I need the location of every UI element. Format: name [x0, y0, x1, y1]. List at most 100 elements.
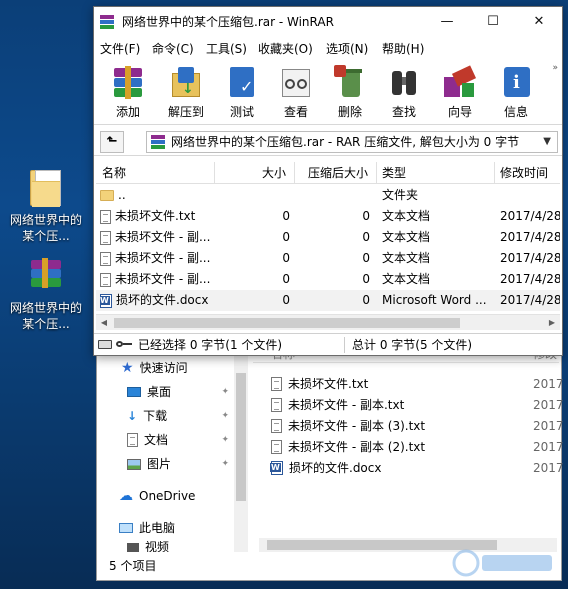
list-item[interactable]: 未损坏文件 - 副本.txt 2017 [271, 395, 564, 415]
file-name-cell: 未损坏文件 - 副... [100, 269, 216, 290]
menu-options[interactable]: 选项(N) [326, 39, 368, 59]
column-name[interactable]: 名称 [102, 162, 126, 184]
key-icon[interactable] [116, 339, 132, 349]
toolbar-label: 解压到 [167, 105, 204, 119]
video-icon [127, 542, 139, 552]
desktop-icon-archive[interactable]: 网络世界中的某个压... [10, 256, 82, 332]
file-date: 2017 [533, 440, 564, 454]
text-file-icon [100, 272, 111, 287]
packed-cell: 0 [362, 272, 370, 286]
nav-item-documents[interactable]: 文档 ✦ [127, 429, 235, 451]
type-cell: 文本文档 [382, 272, 431, 286]
table-row-selected[interactable]: 损坏的文件.docx 0 0 Microsoft Word ... 2017/4… [96, 290, 560, 311]
add-button[interactable]: 添加 [100, 65, 156, 121]
file-name: 未损坏文件 - 副本 (3).txt [288, 419, 426, 433]
file-name-cell: 未损坏文件 - 副... [100, 248, 216, 269]
table-row[interactable]: .. 文件夹 [96, 185, 560, 206]
menu-commands[interactable]: 命令(C) [152, 39, 194, 59]
wizard-button[interactable]: 向导 [432, 65, 488, 121]
view-button[interactable]: 查看 [268, 65, 324, 121]
menu-help[interactable]: 帮助(H) [382, 39, 424, 59]
pin-icon: ✦ [221, 411, 229, 421]
horizontal-scrollbar[interactable]: ◀ ▶ [96, 314, 560, 330]
up-folder-button[interactable]: ⬑ [100, 131, 124, 153]
list-item[interactable]: 损坏的文件.docx 2017 [270, 458, 564, 478]
nav-label: 下载 [143, 409, 168, 423]
menu-favorites[interactable]: 收藏夹(O) [258, 39, 313, 59]
file-date: 2017 [533, 419, 564, 433]
glasses-icon [276, 65, 316, 101]
nav-item-onedrive[interactable]: ☁ OneDrive [119, 485, 195, 507]
wizard-icon [440, 65, 480, 101]
window-title: 网络世界中的某个压缩包.rar - WinRAR [122, 15, 334, 29]
find-button[interactable]: 查找 [376, 65, 432, 121]
delete-button[interactable]: 删除 [322, 65, 378, 121]
test-button[interactable]: ✓ 测试 [214, 65, 270, 121]
modified-cell: 2017/4/28 [500, 251, 560, 265]
desktop-icon-folder[interactable]: 网络世界中的某个压... [10, 168, 82, 244]
extract-to-button[interactable]: ↓ 解压到 [158, 65, 214, 121]
scrollbar-thumb[interactable] [114, 318, 460, 328]
nav-item-pictures[interactable]: 图片 ✦ [127, 453, 235, 475]
size-cell: 0 [282, 293, 290, 307]
file-name: 损坏的文件.docx [289, 461, 382, 475]
add-archive-icon [108, 65, 148, 101]
nav-item-desktop[interactable]: 桌面 ✦ [127, 381, 235, 403]
winrar-archive-icon [26, 256, 66, 296]
list-item[interactable]: 未损坏文件 - 副本 (3).txt 2017 [271, 416, 564, 436]
status-bar: 已经选择 0 字节(1 个文件) 总计 0 字节(5 个文件) [94, 333, 562, 355]
toolbar-overflow-button[interactable]: » [552, 63, 558, 73]
type-cell: Microsoft Word ... [382, 293, 487, 307]
file-name-cell: 损坏的文件.docx [100, 290, 216, 311]
table-row[interactable]: 未损坏文件 - 副... 0 0 文本文档 2017/4/28 [96, 269, 560, 290]
nav-scrollbar[interactable] [234, 355, 248, 553]
scrollbar-thumb[interactable] [236, 373, 246, 501]
table-row[interactable]: 未损坏文件.txt 0 0 文本文档 2017/4/28 [96, 206, 560, 227]
scroll-right-icon[interactable]: ▶ [544, 315, 560, 331]
menu-tools[interactable]: 工具(S) [206, 39, 247, 59]
scroll-left-icon[interactable]: ◀ [96, 315, 112, 331]
type-cell: 文本文档 [382, 251, 431, 265]
maximize-button[interactable]: ☐ [470, 7, 516, 37]
minimize-button[interactable]: — [424, 7, 470, 37]
status-selected: 已经选择 0 字节(1 个文件) [138, 338, 283, 352]
nav-label: 快速访问 [139, 361, 188, 375]
table-row[interactable]: 未损坏文件 - 副... 0 0 文本文档 2017/4/28 [96, 248, 560, 269]
nav-item-this-pc[interactable]: 此电脑 [119, 517, 175, 539]
column-modified[interactable]: 修改时间 [500, 162, 548, 184]
table-row[interactable]: 未损坏文件 - 副... 0 0 文本文档 2017/4/28 [96, 227, 560, 248]
file-date: 2017 [533, 461, 564, 475]
file-date: 2017 [533, 398, 564, 412]
address-bar: ⬑ 网络世界中的某个压缩包.rar - RAR 压缩文件, 解包大小为 0 字节… [94, 128, 562, 156]
text-file-icon [271, 398, 282, 412]
text-file-icon [100, 251, 111, 266]
file-name: 未损坏文件 - 副... [115, 251, 211, 265]
chevron-down-icon[interactable]: ▼ [543, 132, 551, 152]
column-type[interactable]: 类型 [382, 162, 406, 184]
info-button[interactable]: i 信息 [488, 65, 544, 121]
menu-file[interactable]: 文件(F) [100, 39, 140, 59]
title-bar[interactable]: 网络世界中的某个压缩包.rar - WinRAR — ☐ ✕ [94, 7, 562, 37]
test-icon: ✓ [222, 65, 262, 101]
close-button[interactable]: ✕ [516, 7, 562, 37]
nav-item-downloads[interactable]: ↓ 下载 ✦ [127, 405, 235, 427]
toolbar: 添加 ↓ 解压到 ✓ 测试 查看 删除 查找 向导 i 信息 » [94, 61, 562, 125]
document-icon [127, 433, 138, 447]
nav-item-quick-access[interactable]: ★ 快速访问 [121, 357, 188, 379]
archive-path-dropdown[interactable]: 网络世界中的某个压缩包.rar - RAR 压缩文件, 解包大小为 0 字节 ▼ [146, 131, 558, 153]
list-item[interactable]: 未损坏文件 - 副本 (2).txt 2017 [271, 437, 564, 457]
column-size[interactable]: 大小 [262, 162, 286, 184]
winrar-window: 网络世界中的某个压缩包.rar - WinRAR — ☐ ✕ 文件(F) 命令(… [93, 6, 563, 356]
nav-label: 图片 [147, 457, 172, 471]
file-name: 未损坏文件.txt [115, 209, 196, 223]
text-file-icon [271, 440, 282, 454]
menu-bar: 文件(F) 命令(C) 工具(S) 收藏夹(O) 选项(N) 帮助(H) [94, 39, 562, 59]
toolbar-label: 添加 [115, 105, 140, 119]
nav-label: 桌面 [147, 385, 172, 399]
list-item[interactable]: 未损坏文件.txt 2017 [271, 374, 564, 394]
column-packed-size[interactable]: 压缩后大小 [308, 162, 368, 184]
file-name: 未损坏文件 - 副... [115, 272, 211, 286]
modified-cell: 2017/4/28 [500, 209, 560, 223]
drive-icon[interactable] [98, 340, 112, 349]
cloud-icon: ☁ [119, 488, 133, 504]
